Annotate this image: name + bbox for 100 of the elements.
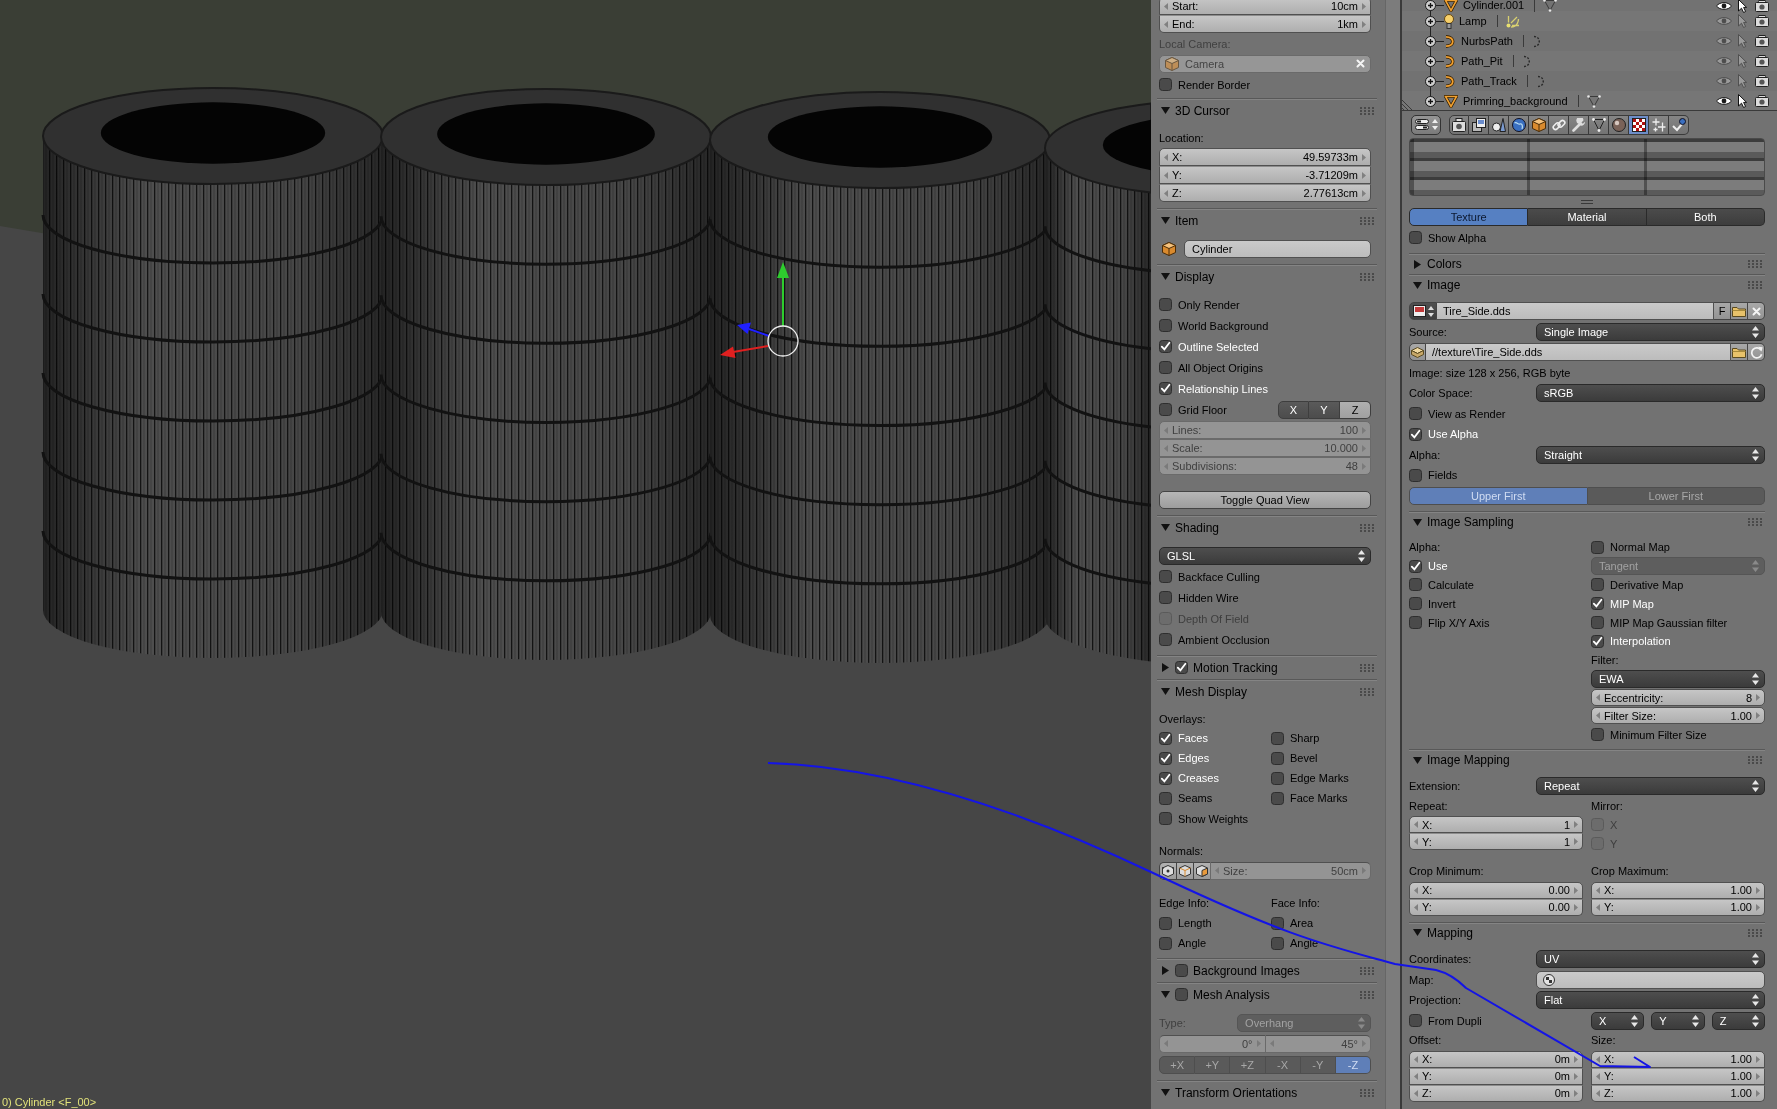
text-field[interactable]: //texture\Tire_Side.dds bbox=[1426, 343, 1731, 362]
grip-icon[interactable] bbox=[1748, 281, 1762, 289]
disclosure-triangle-icon[interactable] bbox=[1413, 755, 1422, 765]
outliner-item[interactable]: NurbsPath bbox=[1461, 35, 1513, 47]
number-field[interactable]: X: 1.00 bbox=[1591, 1050, 1765, 1068]
panel-header[interactable]: 3D Cursor bbox=[1157, 99, 1377, 122]
checkbox[interactable] bbox=[1159, 78, 1172, 91]
right-arrow-icon[interactable] bbox=[1574, 1089, 1578, 1097]
right-arrow-icon[interactable] bbox=[1574, 903, 1578, 911]
dropdown[interactable]: GLSL bbox=[1159, 546, 1371, 565]
checkbox[interactable] bbox=[1159, 403, 1172, 416]
properties-tab[interactable] bbox=[1529, 114, 1549, 135]
checkbox[interactable] bbox=[1159, 791, 1172, 805]
panel-header[interactable]: Image bbox=[1409, 275, 1765, 295]
checkbox[interactable] bbox=[1271, 751, 1284, 765]
right-arrow-icon[interactable] bbox=[1362, 153, 1366, 161]
number-field[interactable]: Filter Size: 1.00 bbox=[1591, 707, 1765, 725]
checkbox[interactable] bbox=[1591, 578, 1604, 592]
checkbox[interactable] bbox=[1159, 731, 1172, 745]
dropdown[interactable]: Single Image bbox=[1536, 322, 1765, 341]
panel-header[interactable]: Image Sampling bbox=[1409, 512, 1765, 532]
number-field[interactable]: Start: 10cm bbox=[1159, 0, 1371, 15]
left-arrow-icon[interactable] bbox=[1596, 1089, 1600, 1097]
editor-type-button[interactable] bbox=[1411, 114, 1441, 135]
camera-icon[interactable] bbox=[1755, 55, 1769, 67]
properties-tab[interactable] bbox=[1589, 114, 1609, 135]
panel-header[interactable]: Shading bbox=[1157, 516, 1377, 539]
checkbox[interactable] bbox=[1591, 634, 1604, 648]
icon-button[interactable] bbox=[1731, 343, 1748, 362]
checkbox[interactable] bbox=[1409, 468, 1422, 482]
checkbox[interactable] bbox=[1271, 771, 1284, 785]
cursor-arrow-icon[interactable] bbox=[1738, 94, 1747, 108]
right-arrow-icon[interactable] bbox=[1756, 1072, 1760, 1080]
checkbox[interactable] bbox=[1175, 964, 1188, 977]
camera-icon[interactable] bbox=[1755, 95, 1769, 107]
checkbox[interactable] bbox=[1409, 616, 1422, 630]
disclosure-triangle-icon[interactable] bbox=[1413, 259, 1422, 269]
plus-icon[interactable] bbox=[1425, 55, 1436, 67]
grip-icon[interactable] bbox=[1360, 990, 1374, 999]
disclosure-triangle-icon[interactable] bbox=[1161, 1088, 1170, 1097]
checkbox[interactable] bbox=[1409, 597, 1422, 611]
grip-icon[interactable] bbox=[1360, 106, 1374, 115]
checkbox[interactable] bbox=[1271, 791, 1284, 805]
disclosure-triangle-icon[interactable] bbox=[1161, 106, 1170, 115]
camera-icon[interactable] bbox=[1755, 75, 1769, 87]
toggle-button[interactable]: Material bbox=[1528, 208, 1647, 227]
grip-icon[interactable] bbox=[1748, 260, 1762, 268]
right-arrow-icon[interactable] bbox=[1362, 2, 1366, 10]
toggle-button[interactable]: X bbox=[1278, 400, 1309, 419]
dropdown[interactable]: Y bbox=[1651, 1011, 1705, 1030]
number-field[interactable]: X: 1.00 bbox=[1591, 881, 1765, 899]
icon-button[interactable] bbox=[1159, 861, 1176, 880]
disclosure-triangle-icon[interactable] bbox=[1161, 966, 1170, 975]
icon-button[interactable] bbox=[1176, 861, 1193, 880]
number-field[interactable]: Eccentricity: 8 bbox=[1591, 689, 1765, 707]
panel-header[interactable]: Motion Tracking bbox=[1157, 656, 1377, 679]
disclosure-triangle-icon[interactable] bbox=[1413, 517, 1422, 527]
left-arrow-icon[interactable] bbox=[1414, 1072, 1418, 1080]
right-arrow-icon[interactable] bbox=[1574, 1072, 1578, 1080]
number-field[interactable]: X: 0m bbox=[1409, 1050, 1583, 1068]
checkbox[interactable] bbox=[1409, 231, 1422, 245]
number-field[interactable]: X: 49.59733m bbox=[1159, 148, 1371, 166]
properties-tab[interactable] bbox=[1609, 114, 1629, 135]
checkbox[interactable] bbox=[1159, 812, 1172, 825]
left-arrow-icon[interactable] bbox=[1596, 903, 1600, 911]
disclosure-triangle-icon[interactable] bbox=[1161, 990, 1170, 999]
eye-icon[interactable] bbox=[1716, 0, 1732, 11]
checkbox[interactable] bbox=[1159, 916, 1172, 930]
checkbox[interactable] bbox=[1159, 340, 1172, 353]
number-field[interactable]: Y: -3.71209m bbox=[1159, 166, 1371, 184]
dropdown[interactable]: X bbox=[1591, 1011, 1645, 1030]
right-arrow-icon[interactable] bbox=[1362, 20, 1366, 28]
left-arrow-icon[interactable] bbox=[1596, 1072, 1600, 1080]
camera-icon[interactable] bbox=[1755, 35, 1769, 47]
disclosure-triangle-icon[interactable] bbox=[1161, 663, 1170, 672]
right-arrow-icon[interactable] bbox=[1756, 903, 1760, 911]
disclosure-triangle-icon[interactable] bbox=[1161, 523, 1170, 532]
grip-icon[interactable] bbox=[1360, 216, 1374, 225]
checkbox[interactable] bbox=[1271, 936, 1284, 950]
panel-header[interactable]: Display bbox=[1157, 265, 1377, 288]
properties-tab[interactable] bbox=[1549, 114, 1569, 135]
right-arrow-icon[interactable] bbox=[1756, 694, 1760, 702]
checkbox[interactable] bbox=[1271, 731, 1284, 745]
outliner-item[interactable]: Primring_background bbox=[1463, 95, 1568, 107]
resize-grip-icon[interactable] bbox=[1581, 199, 1593, 204]
number-field[interactable]: X: 1 bbox=[1409, 816, 1583, 834]
left-arrow-icon[interactable] bbox=[1596, 886, 1600, 894]
right-arrow-icon[interactable] bbox=[1756, 712, 1760, 720]
left-arrow-icon[interactable] bbox=[1596, 1055, 1600, 1063]
plus-icon[interactable] bbox=[1425, 0, 1436, 11]
plus-icon[interactable] bbox=[1425, 75, 1436, 87]
checkbox[interactable] bbox=[1591, 597, 1604, 611]
axis-arrows-icon[interactable] bbox=[720, 262, 799, 358]
properties-tab[interactable] bbox=[1669, 114, 1689, 135]
number-field[interactable]: Y: 1 bbox=[1409, 833, 1583, 851]
text-field[interactable]: Tire_Side.dds bbox=[1437, 302, 1714, 321]
disclosure-triangle-icon[interactable] bbox=[1413, 928, 1422, 938]
right-arrow-icon[interactable] bbox=[1574, 886, 1578, 894]
push-button[interactable]: Toggle Quad View bbox=[1159, 490, 1371, 509]
plus-icon[interactable] bbox=[1425, 35, 1436, 47]
